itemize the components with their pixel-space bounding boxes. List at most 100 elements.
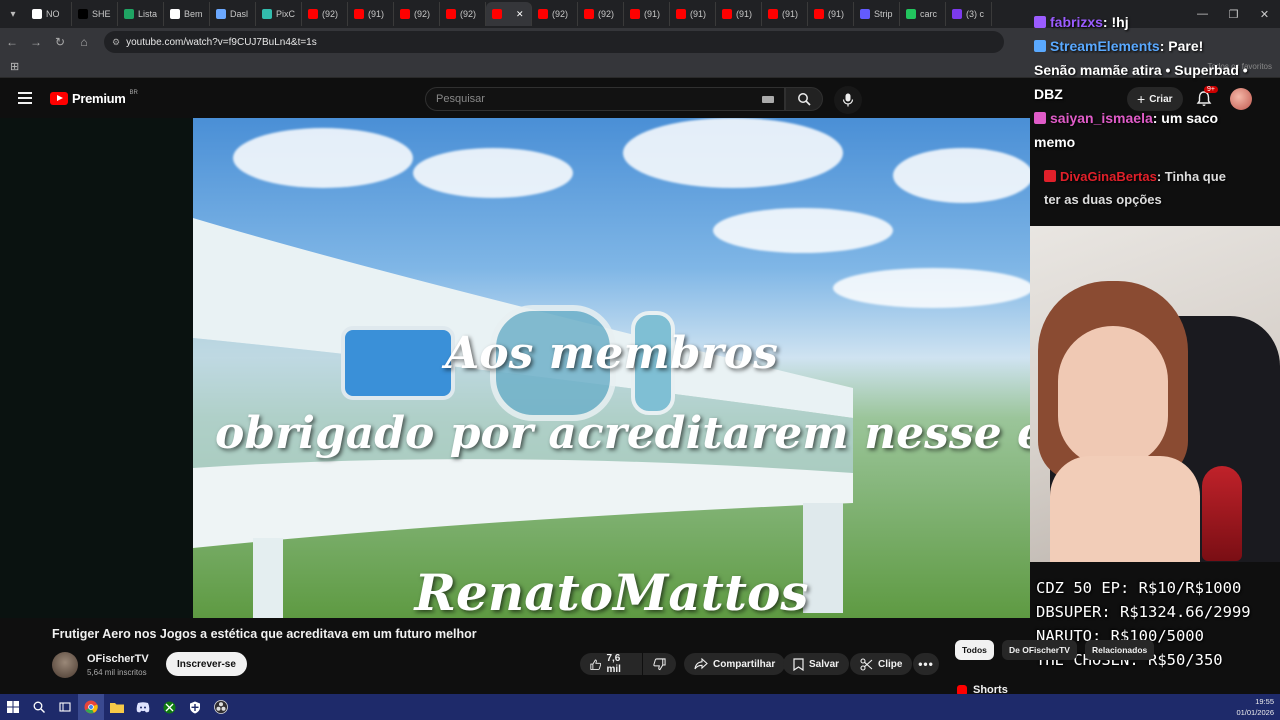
tab-label: (3) c [966, 9, 985, 19]
browser-tab[interactable]: (92) [578, 2, 625, 26]
dislike-button[interactable] [643, 653, 676, 675]
chat-message: DBZ [1034, 82, 1063, 106]
browser-tab[interactable]: (92) [440, 2, 487, 26]
browser-tab[interactable]: SHE [72, 2, 118, 26]
microphone-image [1202, 466, 1242, 561]
chip-from-channel[interactable]: De OFischerTV [1002, 640, 1077, 660]
share-icon [694, 658, 708, 670]
tab-favicon-icon [860, 9, 871, 19]
voice-search-button[interactable] [834, 86, 862, 114]
youtube-logo[interactable]: Premium BR [50, 89, 138, 106]
chat-message: saiyan_ismaela: um saco [1034, 106, 1218, 130]
more-actions-button[interactable]: ••• [913, 653, 939, 675]
chip-related[interactable]: Relacionados [1085, 640, 1155, 660]
task-view-icon[interactable] [52, 694, 78, 720]
file-explorer-icon[interactable] [104, 694, 130, 720]
tab-favicon-icon [584, 9, 595, 19]
shield-icon[interactable] [182, 694, 208, 720]
browser-tab[interactable]: (3) c [946, 2, 993, 26]
obs-icon[interactable] [208, 694, 234, 720]
home-icon[interactable]: ⌂ [72, 35, 96, 49]
windows-start-icon[interactable] [0, 694, 26, 720]
menu-icon[interactable] [18, 92, 32, 104]
apps-grid-icon[interactable]: ⊞ [10, 60, 19, 73]
tab-favicon-icon [906, 9, 917, 19]
browser-tab[interactable]: (91) [716, 2, 763, 26]
forward-icon[interactable]: → [24, 35, 48, 49]
search-button[interactable] [785, 87, 823, 111]
share-label: Compartilhar [713, 658, 776, 670]
microphone-icon [842, 93, 854, 107]
search-input[interactable] [436, 93, 736, 105]
keyboard-icon[interactable] [762, 96, 774, 103]
more-horizontal-icon: ••• [918, 657, 934, 671]
close-tab-icon[interactable]: ✕ [516, 9, 524, 20]
browser-tab[interactable]: carc [900, 2, 947, 26]
channel-name[interactable]: OFischerTV [87, 653, 149, 665]
reload-icon[interactable]: ↻ [48, 35, 72, 49]
chip-all[interactable]: Todos [955, 640, 994, 660]
browser-tab[interactable]: (91) [624, 2, 671, 26]
country-code: BR [129, 89, 138, 96]
channel-avatar[interactable] [52, 652, 78, 678]
browser-tab[interactable]: (92) [394, 2, 441, 26]
share-button[interactable]: Compartilhar [684, 653, 786, 675]
clip-button[interactable]: Clipe [850, 653, 913, 675]
browser-tab[interactable]: Bem [164, 2, 211, 26]
browser-tab[interactable]: NO [26, 2, 72, 26]
chat-text: memo [1034, 134, 1076, 150]
tabs-container: NO SHE Lista Bem Dasl PixC (92) (91) (92) (92) ✕ (9… [26, 0, 1206, 28]
browser-tab[interactable]: (91) [808, 2, 855, 26]
chrome-icon[interactable] [78, 694, 104, 720]
close-window-icon[interactable]: ✕ [1249, 8, 1280, 21]
channel-subscribers: 5,64 mil inscritos [87, 668, 147, 677]
overlay-text-line1: Aos membros [445, 328, 778, 379]
tab-favicon-icon [216, 9, 227, 19]
url-field[interactable]: ⚙ youtube.com/watch?v=f9CUJ7BuLn4&t=1s [104, 31, 1004, 53]
thumbs-down-icon [653, 657, 666, 670]
chat-text: Senão mamãe atira • Superbad • [1034, 62, 1248, 78]
chat-text: ter as duas opções [1044, 191, 1162, 207]
browser-tab[interactable]: (91) [762, 2, 809, 26]
xbox-icon[interactable] [156, 694, 182, 720]
discord-icon[interactable] [130, 694, 156, 720]
browser-tab[interactable]: (92) [532, 2, 579, 26]
browser-tab[interactable]: Lista [118, 2, 165, 26]
tab-favicon-icon [676, 9, 687, 19]
maximize-icon[interactable]: ❐ [1218, 8, 1249, 21]
chat-message: memo [1034, 130, 1075, 154]
like-button[interactable]: 7,6 mil [580, 653, 642, 675]
tab-favicon-icon [78, 9, 88, 19]
browser-tab[interactable]: ✕ [486, 2, 533, 26]
browser-tab[interactable]: (91) [348, 2, 395, 26]
tab-favicon-icon [538, 9, 549, 19]
tab-favicon-icon [630, 9, 641, 19]
chat-text: : Tinha que [1156, 168, 1226, 184]
tab-label: Strip [874, 9, 893, 19]
search-icon[interactable] [26, 694, 52, 720]
tab-favicon-icon [768, 9, 779, 19]
browser-tab[interactable]: Strip [854, 2, 901, 26]
overlay-text-line3: RenatoMattos [414, 563, 809, 618]
tab-favicon-icon [124, 9, 134, 19]
save-button[interactable]: Salvar [783, 653, 850, 675]
system-clock[interactable]: 19:55 01/01/2026 [1236, 696, 1274, 718]
video-player[interactable]: Aos membros obrigado por acreditarem nes… [0, 118, 1030, 618]
clock-date: 01/01/2026 [1236, 708, 1274, 717]
back-icon[interactable]: ← [0, 35, 24, 49]
browser-tab[interactable]: PixC [256, 2, 303, 26]
chat-username: StreamElements [1050, 38, 1160, 54]
browser-tab[interactable]: (91) [670, 2, 717, 26]
subscribe-button[interactable]: Inscrever-se [166, 652, 247, 676]
tab-label: PixC [276, 9, 296, 19]
chat-message: DivaGinaBertas: Tinha que [1044, 165, 1226, 189]
tab-label: (91) [690, 9, 707, 19]
site-info-icon[interactable]: ⚙ [112, 37, 120, 48]
chat-badge-icon [1044, 169, 1056, 182]
browser-tab[interactable]: Dasl [210, 2, 257, 26]
tab-search-icon[interactable]: ▾ [0, 0, 26, 28]
tab-label: carc [920, 9, 938, 19]
minimize-icon[interactable]: — [1187, 8, 1218, 20]
browser-tab[interactable]: (92) [302, 2, 349, 26]
window-controls: — ❐ ✕ [1187, 0, 1280, 28]
